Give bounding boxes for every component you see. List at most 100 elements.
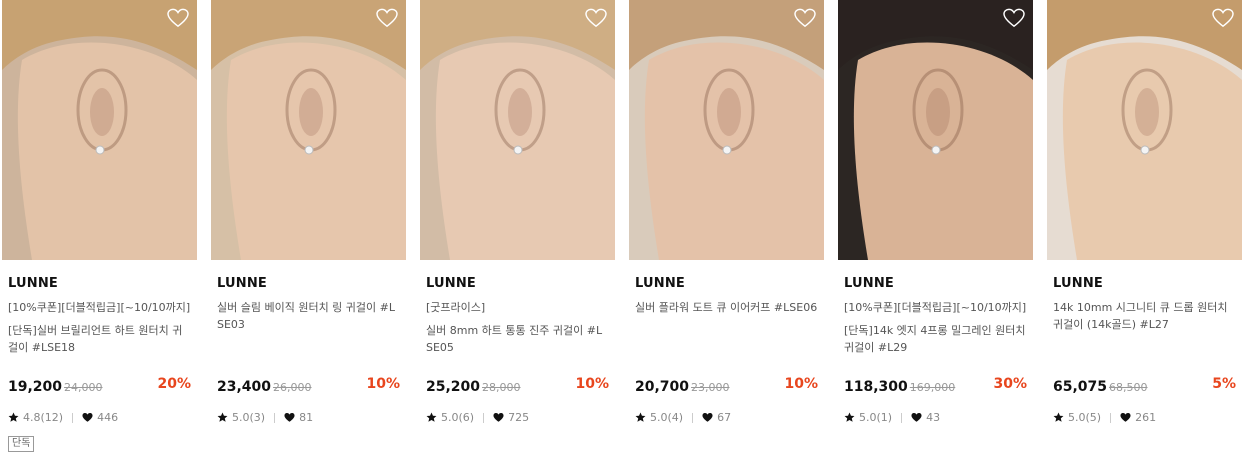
exclusive-badge: 단독: [8, 436, 35, 452]
wishlist-heart-icon[interactable]: [167, 8, 189, 28]
product-card[interactable]: LUNNE [굿프라이스] 실버 8mm 하트 통통 진주 귀걸이 #LSE05 25…: [420, 0, 615, 459]
original-price: 24,000: [64, 381, 103, 394]
wishlist-heart-icon[interactable]: [585, 8, 607, 28]
price-row: 19,200 24,000 20%: [8, 376, 191, 396]
original-price: 28,000: [482, 381, 521, 394]
like-count: 725: [508, 411, 530, 424]
heart-icon: [493, 412, 504, 423]
product-name-line-1: [10%쿠폰][더블적립금][~10/10까지]: [844, 301, 1027, 314]
heart-icon: [702, 412, 713, 423]
star-icon: [8, 412, 19, 423]
star-icon: [844, 412, 855, 423]
sale-price: 65,075: [1053, 379, 1108, 395]
brand-name[interactable]: LUNNE: [426, 276, 476, 291]
product-name-line-1: 실버 플라워 도트 큐 이어커프 #LSE06: [635, 301, 818, 314]
review-meta: 5.0(1) 43: [844, 411, 940, 424]
discount-rate: 5%: [1212, 376, 1236, 392]
wishlist-heart-icon[interactable]: [794, 8, 816, 28]
like-count: 446: [97, 411, 119, 424]
product-card[interactable]: LUNNE 실버 플라워 도트 큐 이어커프 #LSE06 20,700 23,000…: [629, 0, 824, 459]
product-name[interactable]: 실버 슬림 베이직 원터치 링 귀걸이 #LSE03: [217, 299, 400, 339]
like-count: 261: [1135, 411, 1157, 424]
product-photo[interactable]: [420, 0, 615, 260]
brand-name[interactable]: LUNNE: [635, 276, 685, 291]
brand-name[interactable]: LUNNE: [1053, 276, 1103, 291]
sale-price: 23,400: [217, 379, 272, 395]
product-name[interactable]: 실버 플라워 도트 큐 이어커프 #LSE06: [635, 299, 818, 322]
product-card[interactable]: LUNNE 14k 10mm 시그니티 큐 드롭 원터치 귀걸이 (14k골드) …: [1047, 0, 1242, 459]
heart-icon: [284, 412, 295, 423]
product-name-line-2: [단독]실버 브릴리언트 하트 원터치 귀걸이 #LSE18: [8, 324, 183, 354]
brand-name[interactable]: LUNNE: [8, 276, 58, 291]
wishlist-heart-icon[interactable]: [1212, 8, 1234, 28]
star-icon: [1053, 412, 1064, 423]
divider: [901, 412, 903, 423]
sale-price: 25,200: [426, 379, 481, 395]
product-name[interactable]: [굿프라이스] 실버 8mm 하트 통통 진주 귀걸이 #LSE05: [426, 299, 609, 362]
divider: [274, 412, 276, 423]
wishlist-heart-icon[interactable]: [376, 8, 398, 28]
original-price: 23,000: [691, 381, 730, 394]
rating-text: 5.0(3): [232, 411, 266, 424]
price-row: 25,200 28,000 10%: [426, 376, 609, 396]
product-name-line-1: 실버 슬림 베이직 원터치 링 귀걸이 #LSE03: [217, 301, 396, 331]
product-card[interactable]: LUNNE [10%쿠폰][더블적립금][~10/10까지] [단독]14k 엣지 …: [838, 0, 1033, 459]
product-name[interactable]: 14k 10mm 시그니티 큐 드롭 원터치 귀걸이 (14k골드) #L27: [1053, 299, 1236, 339]
discount-rate: 20%: [157, 376, 191, 392]
price-row: 20,700 23,000 10%: [635, 376, 818, 396]
product-name-line-2: 실버 8mm 하트 통통 진주 귀걸이 #LSE05: [426, 324, 603, 354]
brand-name[interactable]: LUNNE: [217, 276, 267, 291]
product-photo[interactable]: [211, 0, 406, 260]
review-meta: 5.0(3) 81: [217, 411, 313, 424]
heart-icon: [1120, 412, 1131, 423]
original-price: 68,500: [1109, 381, 1148, 394]
rating-text: 5.0(1): [859, 411, 893, 424]
original-price: 26,000: [273, 381, 312, 394]
discount-rate: 30%: [993, 376, 1027, 392]
product-name[interactable]: [10%쿠폰][더블적립금][~10/10까지] [단독]실버 브릴리언트 하트 …: [8, 299, 191, 362]
product-photo[interactable]: [2, 0, 197, 260]
product-photo[interactable]: [629, 0, 824, 260]
review-meta: 5.0(6) 725: [426, 411, 529, 424]
brand-name[interactable]: LUNNE: [844, 276, 894, 291]
review-meta: 5.0(4) 67: [635, 411, 731, 424]
divider: [483, 412, 485, 423]
heart-icon: [82, 412, 93, 423]
discount-rate: 10%: [784, 376, 818, 392]
sale-price: 118,300: [844, 379, 908, 395]
discount-rate: 10%: [366, 376, 400, 392]
star-icon: [217, 412, 228, 423]
price-row: 65,075 68,500 5%: [1053, 376, 1236, 396]
rating-text: 5.0(5): [1068, 411, 1102, 424]
star-icon: [426, 412, 437, 423]
divider: [1110, 412, 1112, 423]
discount-rate: 10%: [575, 376, 609, 392]
rating-text: 4.8(12): [23, 411, 64, 424]
sale-price: 20,700: [635, 379, 690, 395]
divider: [692, 412, 694, 423]
heart-icon: [911, 412, 922, 423]
product-photo[interactable]: [838, 0, 1033, 260]
product-name-line-1: [10%쿠폰][더블적립금][~10/10까지]: [8, 301, 191, 314]
rating-text: 5.0(4): [650, 411, 684, 424]
price-row: 118,300 169,000 30%: [844, 376, 1027, 396]
like-count: 67: [717, 411, 732, 424]
review-meta: 4.8(12) 446: [8, 411, 118, 424]
product-card[interactable]: LUNNE [10%쿠폰][더블적립금][~10/10까지] [단독]실버 브릴리언…: [2, 0, 197, 459]
product-card[interactable]: LUNNE 실버 슬림 베이직 원터치 링 귀걸이 #LSE03 23,400 26,…: [211, 0, 406, 459]
review-meta: 5.0(5) 261: [1053, 411, 1156, 424]
sale-price: 19,200: [8, 379, 63, 395]
product-name-line-1: 14k 10mm 시그니티 큐 드롭 원터치 귀걸이 (14k골드) #L27: [1053, 301, 1228, 331]
wishlist-heart-icon[interactable]: [1003, 8, 1025, 28]
product-name[interactable]: [10%쿠폰][더블적립금][~10/10까지] [단독]14k 엣지 4프롱 밀…: [844, 299, 1027, 362]
like-count: 81: [299, 411, 314, 424]
divider: [72, 412, 74, 423]
rating-text: 5.0(6): [441, 411, 475, 424]
price-row: 23,400 26,000 10%: [217, 376, 400, 396]
product-photo[interactable]: [1047, 0, 1242, 260]
like-count: 43: [926, 411, 941, 424]
original-price: 169,000: [909, 381, 956, 394]
product-name-line-2: [단독]14k 엣지 4프롱 밀그레인 원터치 귀걸이 #L29: [844, 324, 1026, 354]
product-grid: LUNNE [10%쿠폰][더블적립금][~10/10까지] [단독]실버 브릴리언…: [0, 0, 1246, 459]
star-icon: [635, 412, 646, 423]
